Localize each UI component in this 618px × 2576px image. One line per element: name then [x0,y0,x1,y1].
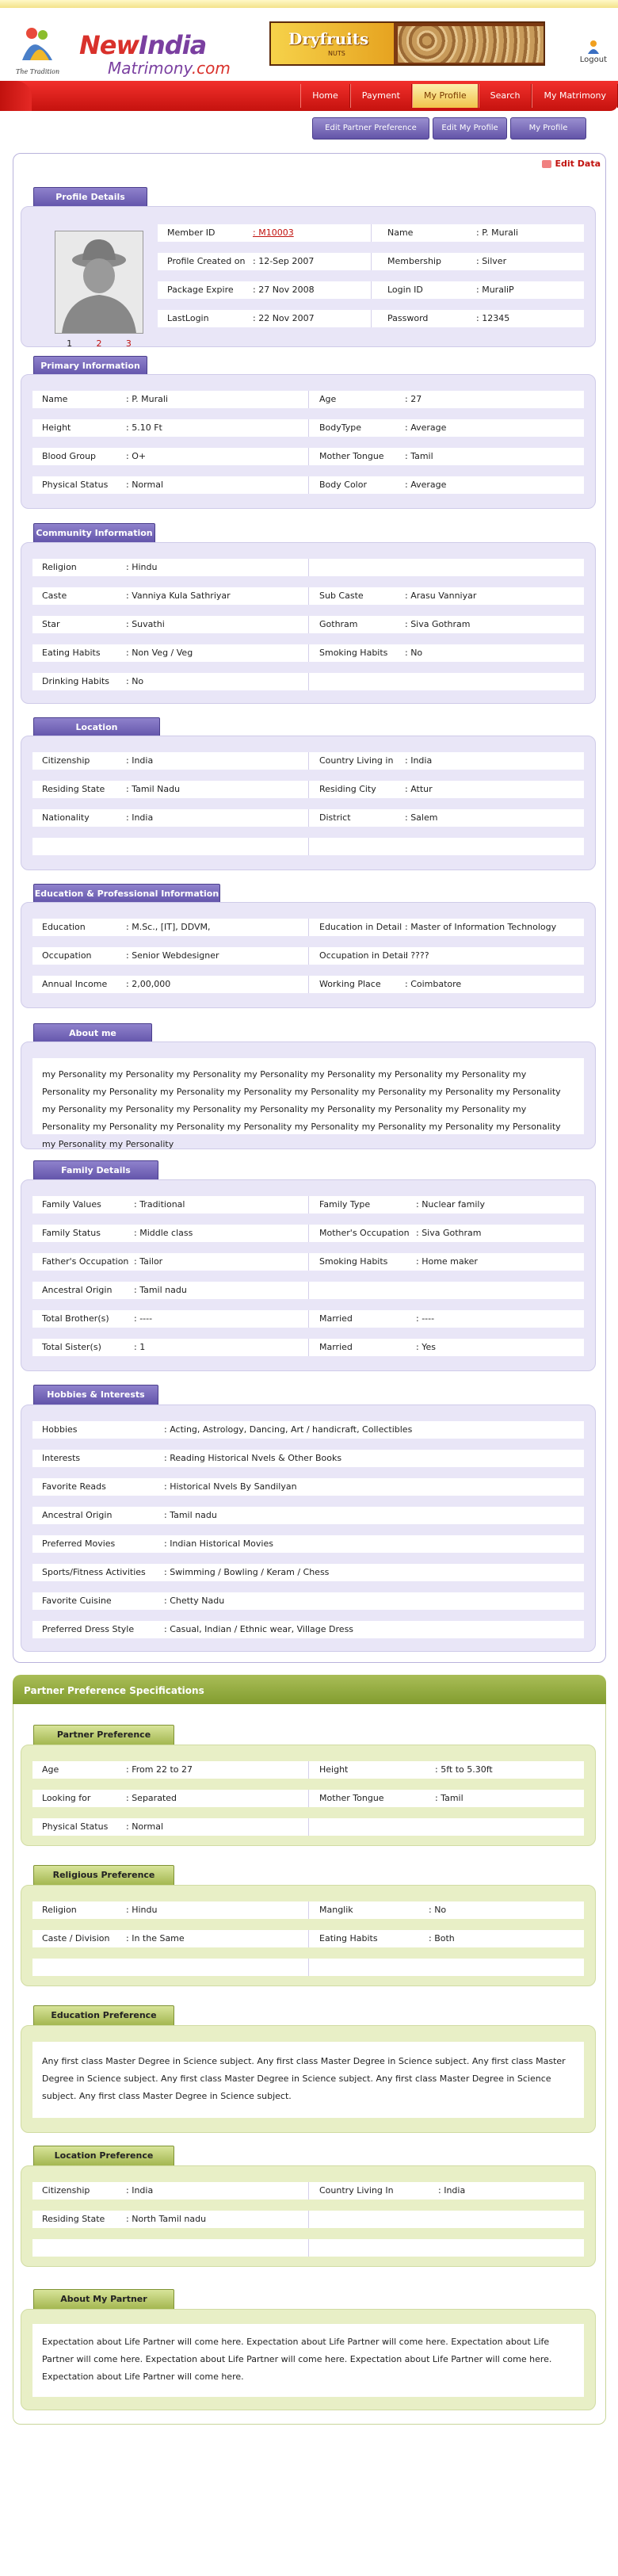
detail-row: LastLogin : 22 Nov 2007 Password : 12345 [158,310,584,327]
hobbies-box: Hobbies: Acting, Astrology, Dancing, Art… [21,1405,596,1652]
info-row: Residing State: Tamil Nadu Residing City… [32,781,584,798]
info-row: Preferred Dress Style: Casual, Indian / … [32,1621,584,1638]
info-row [32,2239,584,2257]
info-row: Caste / Division: In the Same Eating Hab… [32,1930,584,1947]
nav-my-matrimony[interactable]: My Matrimony [532,84,618,108]
education-preference-heading: Education Preference [33,2005,174,2028]
ad-subtitle: NUTS [328,50,345,57]
info-row: Religion: Hindu [32,559,584,576]
info-row: Interests: Reading Historical Nvels & Ot… [32,1450,584,1467]
info-row: Preferred Movies: Indian Historical Movi… [32,1535,584,1553]
member-id-link[interactable]: : M10003 [253,224,294,242]
location-preference-box: Citizenship: India Country Living In: In… [21,2165,596,2267]
nav-home[interactable]: Home [300,84,350,108]
profile-photo[interactable] [55,231,143,334]
site-logo[interactable]: The Tradition NewIndia Matrimony.com [14,25,231,81]
info-row: Caste: Vanniya Kula Sathriyar Sub Caste:… [32,587,584,605]
photo-page-2[interactable]: 2 [96,338,101,349]
info-row: Favorite Reads: Historical Nvels By Sand… [32,1478,584,1496]
about-partner-box: Expectation about Life Partner will come… [21,2309,596,2410]
info-row: Height: 5.10 Ft BodyType: Average [32,419,584,437]
about-me-box: my Personality my Personality my Persona… [21,1041,596,1149]
detail-row: Member ID : M10003 Name : P. Murali [158,224,584,242]
info-row: Hobbies: Acting, Astrology, Dancing, Art… [32,1421,584,1439]
logo-matrimony: Matrimony.com [108,59,231,78]
info-row [32,838,584,855]
info-row: Eating Habits: Non Veg / Veg Smoking Hab… [32,644,584,662]
info-row: Total Brother(s): ---- Married: ---- [32,1310,584,1328]
location-preference-heading: Location Preference [33,2146,174,2168]
education-preference-box: Any first class Master Degree in Science… [21,2025,596,2133]
nav-payment[interactable]: Payment [349,84,412,108]
about-partner-heading: About My Partner [33,2289,174,2311]
info-row: Nationality: India District: Salem [32,809,584,827]
partner-preference-header: Partner Preference Specifications [13,1675,606,1707]
info-row: Star: Suvathi Gothram: Siva Gothram [32,616,584,633]
about-me-text: my Personality my Personality my Persona… [32,1058,584,1149]
my-profile-tab[interactable]: My Profile [510,117,586,140]
silhouette-icon [55,231,143,333]
info-row: Blood Group: O+ Mother Tongue: Tamil [32,448,584,465]
info-row: Residing State: North Tamil nadu [32,2211,584,2228]
photo-page-3[interactable]: 3 [126,338,132,349]
photo-pagination: 1 2 3 [55,338,143,349]
info-row: Physical Status: Normal [32,1818,584,1836]
info-row: Drinking Habits: No [32,673,584,690]
edit-my-profile-tab[interactable]: Edit My Profile [433,117,507,140]
hobbies-heading: Hobbies & Interests [33,1385,158,1407]
info-row: Name: P. Murali Age: 27 [32,391,584,408]
top-strip [0,0,618,8]
info-row: Sports/Fitness Activities: Swimming / Bo… [32,1564,584,1581]
info-row: Citizenship: India Country Living in: In… [32,752,584,770]
info-row: Ancestral Origin: Tamil nadu [32,1507,584,1524]
info-row: Family Values: Traditional Family Type: … [32,1196,584,1213]
info-row: Looking for: Separated Mother Tongue: Ta… [32,1790,584,1807]
location-box: Citizenship: India Country Living in: In… [21,736,596,870]
edit-partner-preference-tab[interactable]: Edit Partner Preference [312,117,429,140]
dryfruits-ad-banner[interactable]: Dryfruits NUTS [269,21,545,66]
info-row: Physical Status: Normal Body Color: Aver… [32,476,584,494]
community-info-box: Religion: Hindu Caste: Vanniya Kula Sath… [21,542,596,704]
logo-tagline: The Tradition [16,68,60,75]
edit-icon [541,160,551,168]
main-nav: Home Payment My Profile Search My Matrim… [0,81,618,111]
info-row: Religion: Hindu Manglik: No [32,1901,584,1919]
nuts-image [398,26,544,63]
bride-groom-logo-icon [22,28,52,60]
info-row: Favorite Cuisine: Chetty Nadu [32,1592,584,1610]
partner-preference-box: Age: From 22 to 27 Height: 5ft to 5.30ft… [21,1745,596,1846]
info-row: Father's Occupation: Tailor Smoking Habi… [32,1253,584,1271]
logo-wordmark: NewIndia [79,30,207,60]
info-row: Family Status: Middle class Mother's Occ… [32,1225,584,1242]
detail-row: Package Expire : 27 Nov 2008 Login ID : … [158,281,584,299]
logout-icon [587,40,599,54]
about-partner-text: Expectation about Life Partner will come… [32,2324,584,2397]
info-row: Total Sister(s): 1 Married: Yes [32,1339,584,1356]
photo-page-1[interactable]: 1 [67,338,72,349]
info-row: Age: From 22 to 27 Height: 5ft to 5.30ft [32,1761,584,1779]
education-preference-text: Any first class Master Degree in Science… [32,2042,584,2118]
profile-subtabs: Edit Partner Preference Edit My Profile … [0,111,618,143]
family-details-box: Family Values: Traditional Family Type: … [21,1179,596,1371]
ad-title: Dryfruits [288,29,369,48]
info-row: Occupation: Senior Webdesigner Occupatio… [32,947,584,965]
primary-info-box: Name: P. Murali Age: 27 Height: 5.10 Ft … [21,374,596,509]
edit-data-link[interactable]: Edit Data [541,159,601,169]
nav-my-profile[interactable]: My Profile [411,84,479,108]
info-row: Annual Income: 2,00,000 Working Place: C… [32,976,584,993]
religious-preference-box: Religion: Hindu Manglik: No Caste / Divi… [21,1885,596,1986]
profile-details-box: 1 2 3 Member ID : M10003 Name : P. Mural… [21,206,596,349]
site-header: The Tradition NewIndia Matrimony.com Dry… [0,8,618,81]
info-row: Ancestral Origin: Tamil nadu [32,1282,584,1299]
info-row: Education: M.Sc., [IT], DDVM, Education … [32,919,584,936]
nav-search[interactable]: Search [478,84,532,108]
religious-preference-heading: Religious Preference [33,1865,174,1887]
logout-button[interactable]: Logout [580,40,607,64]
info-row [32,1959,584,1976]
info-row: Citizenship: India Country Living In: In… [32,2182,584,2200]
education-box: Education: M.Sc., [IT], DDVM, Education … [21,902,596,1008]
detail-row: Profile Created on : 12-Sep 2007 Members… [158,253,584,270]
partner-preference-heading: Partner Preference [33,1725,174,1747]
